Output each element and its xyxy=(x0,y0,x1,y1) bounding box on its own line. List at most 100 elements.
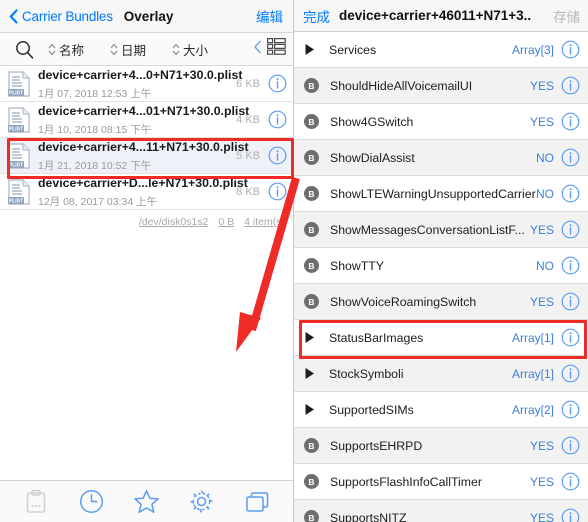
info-circle-icon[interactable] xyxy=(561,112,580,131)
info-circle-icon[interactable] xyxy=(561,40,580,59)
status-free-space: 0 B xyxy=(218,216,235,228)
plist-value: YES xyxy=(529,294,554,309)
plist-key: SupportsEHRPD xyxy=(330,438,423,453)
boolean-badge-icon: B xyxy=(304,438,319,453)
info-circle-icon[interactable] xyxy=(268,146,287,165)
page-title: Overlay xyxy=(123,8,174,24)
plist-value: Array[1] xyxy=(511,366,554,381)
view-options[interactable] xyxy=(253,38,286,60)
info-circle-icon[interactable] xyxy=(561,508,580,522)
search-icon[interactable] xyxy=(0,40,48,59)
sort-by-date[interactable]: 日期 xyxy=(110,40,146,59)
file-toolbar: 名称 日期 大小 xyxy=(0,32,293,66)
plist-row-statusbarimages[interactable]: StatusBarImages Array[1] xyxy=(294,320,588,356)
plist-value: YES xyxy=(529,474,554,489)
edit-button[interactable]: 编辑 xyxy=(256,6,283,26)
chevron-left-icon[interactable] xyxy=(9,8,18,24)
plist-value: NO xyxy=(536,186,554,201)
status-bar: /dev/disk0s1s2 0 B 4 item(s) xyxy=(0,210,293,228)
plist-row[interactable]: StockSymboli Array[1] xyxy=(294,356,588,392)
file-date: 1月 07, 2018 12:53 上午 xyxy=(38,87,152,100)
sort-by-size[interactable]: 大小 xyxy=(172,40,208,59)
right-nav-bar: 完成 device+carrier+46011+N71+3... 存储 xyxy=(294,0,588,32)
info-circle-icon[interactable] xyxy=(268,74,287,93)
plist-row[interactable]: B ShowLTEWarningUnsupportedCarrier NO xyxy=(294,176,588,212)
plist-row[interactable]: SupportedSIMs Array[2] xyxy=(294,392,588,428)
chevron-left-icon[interactable] xyxy=(253,40,262,59)
disclosure-triangle-icon[interactable] xyxy=(304,367,318,380)
sort-name-label: 名称 xyxy=(59,43,85,58)
plist-key: StatusBarImages xyxy=(329,330,424,345)
file-date: 1月 21, 2018 10:52 下午 xyxy=(38,159,152,172)
info-circle-icon[interactable] xyxy=(268,110,287,129)
info-circle-icon[interactable] xyxy=(561,472,580,491)
info-circle-icon[interactable] xyxy=(561,76,580,95)
plist-editor-panel: 完成 device+carrier+46011+N71+3... 存储 Serv… xyxy=(294,0,588,522)
plist-row[interactable]: B ShowVoiceRoamingSwitch YES xyxy=(294,284,588,320)
boolean-badge-icon: B xyxy=(304,222,319,237)
plist-value: NO xyxy=(536,150,554,165)
file-list-item[interactable]: PLIST device+carrier+D...le+N71+30.0.pli… xyxy=(0,174,293,210)
file-date: 1月 10, 2018 08:15 下午 xyxy=(38,123,152,136)
file-info: device+carrier+4...11+N71+30.0.plist 1月 … xyxy=(38,138,249,174)
plist-row[interactable]: Services Array[3] xyxy=(294,32,588,68)
disclosure-triangle-icon[interactable] xyxy=(304,43,318,56)
sort-by-name[interactable]: 名称 xyxy=(48,40,84,59)
boolean-badge-icon: B xyxy=(304,510,319,522)
file-list-item[interactable]: PLIST device+carrier+4...0+N71+30.0.plis… xyxy=(0,66,293,102)
plist-row[interactable]: B ShowMessagesConversationListF... YES xyxy=(294,212,588,248)
status-item-count: 4 item(s) xyxy=(244,216,285,228)
info-circle-icon[interactable] xyxy=(561,328,580,347)
disclosure-triangle-icon[interactable] xyxy=(304,403,318,416)
svg-text:PLIST: PLIST xyxy=(9,198,23,204)
plist-row[interactable]: B SupportsNITZ YES xyxy=(294,500,588,522)
file-info: device+carrier+D...le+N71+30.0.plist 12月… xyxy=(38,174,248,210)
plist-file-title: device+carrier+46011+N71+3... xyxy=(339,8,531,23)
plist-key: SupportsNITZ xyxy=(330,510,407,522)
plist-row[interactable]: B SupportsFlashInfoCallTimer YES xyxy=(294,464,588,500)
star-icon[interactable] xyxy=(133,489,159,515)
clock-icon[interactable] xyxy=(78,489,104,515)
back-button-label[interactable]: Carrier Bundles xyxy=(22,9,113,24)
file-list[interactable]: PLIST device+carrier+4...0+N71+30.0.plis… xyxy=(0,66,293,480)
info-circle-icon[interactable] xyxy=(561,148,580,167)
info-circle-icon[interactable] xyxy=(561,256,580,275)
save-button[interactable]: 存储 xyxy=(553,6,580,26)
file-list-item[interactable]: PLIST device+carrier+4...01+N71+30.0.pli… xyxy=(0,102,293,138)
plist-value: Array[2] xyxy=(511,402,554,417)
info-circle-icon[interactable] xyxy=(561,364,580,383)
windows-copy-icon[interactable] xyxy=(244,489,270,515)
clipboard-icon[interactable] xyxy=(23,489,49,515)
boolean-badge-icon: B xyxy=(304,78,319,93)
info-circle-icon[interactable] xyxy=(561,436,580,455)
disclosure-triangle-icon[interactable] xyxy=(304,331,318,344)
plist-row[interactable]: B ShouldHideAllVoicemailUI YES xyxy=(294,68,588,104)
plist-value: YES xyxy=(529,222,554,237)
file-size: 4 KB xyxy=(236,113,260,126)
file-size: 8 KB xyxy=(236,185,260,198)
info-circle-icon[interactable] xyxy=(268,182,287,201)
svg-text:PLIST: PLIST xyxy=(9,126,23,132)
plist-row[interactable]: B SupportsEHRPD YES xyxy=(294,428,588,464)
info-circle-icon[interactable] xyxy=(561,400,580,419)
info-circle-icon[interactable] xyxy=(561,292,580,311)
plist-key: SupportedSIMs xyxy=(329,402,414,417)
gear-icon[interactable] xyxy=(189,489,215,515)
plist-row[interactable]: B Show4GSwitch YES xyxy=(294,104,588,140)
info-circle-icon[interactable] xyxy=(561,220,580,239)
plist-row[interactable]: B ShowDialAssist NO xyxy=(294,140,588,176)
info-circle-icon[interactable] xyxy=(561,184,580,203)
file-list-item-selected[interactable]: PLIST device+carrier+4...11+N71+30.0.pli… xyxy=(0,138,293,174)
sort-updown-icon xyxy=(172,43,180,56)
file-size: 5 KB xyxy=(236,149,260,162)
plist-value: YES xyxy=(529,78,554,93)
bottom-toolbar xyxy=(0,480,293,522)
plist-file-icon: PLIST xyxy=(6,142,32,170)
plist-key: ShowMessagesConversationListF... xyxy=(330,222,525,237)
boolean-badge-icon: B xyxy=(304,294,319,309)
plist-rows[interactable]: Services Array[3] B ShouldHideAllVoicema… xyxy=(294,32,588,522)
list-view-icon[interactable] xyxy=(267,38,286,60)
done-button[interactable]: 完成 xyxy=(303,6,330,26)
plist-row[interactable]: B ShowTTY NO xyxy=(294,248,588,284)
app-window: Carrier Bundles Overlay 编辑 名称 日期 大小 PLIS… xyxy=(0,0,588,522)
